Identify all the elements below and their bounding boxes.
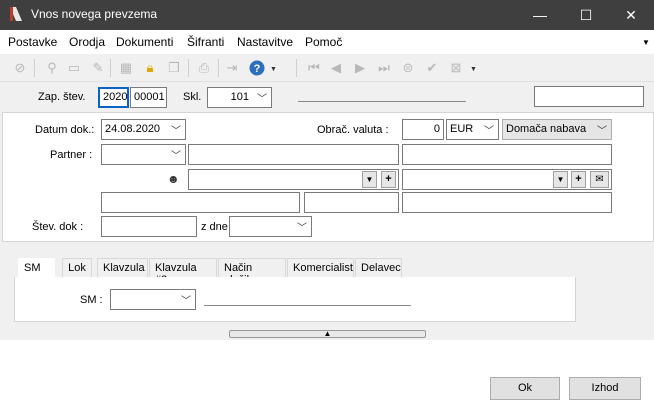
next-record-icon[interactable]: ▶ [352,60,368,76]
partner-name-field[interactable] [188,144,399,165]
pin-icon[interactable]: ⚲ [44,60,60,76]
chevron-down-icon: ﹀ [597,126,607,137]
zap-year-input[interactable]: 2020 [98,87,129,108]
chevron-down-icon: ﹀ [257,94,267,105]
toolbar: ⊘ ⚲ ▭ ✎ ▦ 🔒︎ ❐ ⎙ ⇥ ? ▼ ⏮ ◀ ▶ ⏭ ⊜ ✔ ⊠ ▼ [0,54,654,82]
folder-icon[interactable]: ▭ [66,60,82,76]
toolbar-separator [110,59,111,77]
mail-icon[interactable]: ✉ [590,171,609,188]
menu-dokumenti[interactable]: Dokumenti [116,35,173,49]
tab-komercialist[interactable]: Komercialist [287,258,354,277]
exit-button[interactable]: Izhod [569,377,641,400]
delete-icon[interactable]: ⊠ [448,60,464,76]
stev-dok-label: Štev. dok : [32,221,84,233]
app-logo-icon [10,7,22,21]
menu-pomoc[interactable]: Pomoč [305,35,342,49]
prev-record-icon[interactable]: ◀ [328,60,344,76]
header-row: Zap. štev. 2020 00001 Skl. 101 ﹀ [0,84,654,110]
nabava-value: Domača nabava [506,123,587,135]
valuta-amount-input[interactable]: 0 [402,119,444,140]
chevron-down-icon: ﹀ [484,126,494,137]
datum-label: Datum dok.: [35,124,95,136]
cancel-icon[interactable]: ⊘ [12,60,28,76]
address-line-field[interactable] [101,192,300,213]
print-icon[interactable]: ⎙ [196,60,212,76]
menu-sifranti[interactable]: Šifranti [187,35,224,49]
close-button[interactable]: ✕ [608,0,654,30]
tab-delavec[interactable]: Delavec [355,258,402,277]
zap-stev-label: Zap. štev. [38,91,86,103]
zdne-date-picker[interactable]: ﹀ [229,216,312,237]
nabava-select[interactable]: Domača nabava ﹀ [502,119,612,140]
datum-value: 24.08.2020 [105,123,161,135]
tab-lok[interactable]: Lok [62,258,92,277]
tab-nacin-placila[interactable]: Način plačila [218,258,286,286]
skl-select[interactable]: 101 ﹀ [207,87,272,108]
toolbar-separator [296,59,297,77]
chevron-up-icon: ▲ [323,329,332,338]
tab-klavzula-2[interactable]: Klavzula #2 [149,258,217,286]
last-record-icon[interactable]: ⏭ [376,60,392,76]
nav-dropdown-icon[interactable]: ▼ [470,66,477,73]
address-add-icon[interactable]: + [571,171,586,188]
menu-bar: Postavke Orodja Dokumenti Šifranti Nasta… [0,30,654,54]
tab-sm[interactable]: SM [18,258,55,277]
partner-label: Partner : [50,149,93,161]
skl-label: Skl. [183,91,202,103]
calculator-icon[interactable]: ▦ [118,60,134,76]
zap-number-input[interactable]: 00001 [130,87,167,108]
menu-postavke[interactable]: Postavke [8,35,57,49]
skl-description-line [298,101,466,102]
partner-select[interactable]: ﹀ [101,144,186,165]
minimize-button[interactable]: — [517,0,563,30]
chevron-down-icon: ﹀ [171,151,181,162]
contact-dropdown-icon[interactable]: ▼ [362,171,377,188]
first-record-icon[interactable]: ⏮ [306,60,322,76]
window-title: Vnos novega prevzema [31,7,158,21]
menu-nastavitve[interactable]: Nastavitve [237,35,293,49]
toolbar-separator [218,59,219,77]
currency-select[interactable]: EUR ﹀ [446,119,499,140]
insert-record-icon[interactable]: ⊜ [400,60,416,76]
tab-klavzula[interactable]: Klavzula [97,258,148,277]
sm-select[interactable]: ﹀ [110,289,196,310]
ok-button[interactable]: Ok [490,377,560,400]
toolbar-separator [188,59,189,77]
confirm-icon[interactable]: ✔ [424,60,440,76]
title-bar: Vnos novega prevzema — ☐ ✕ [0,0,654,30]
help-icon[interactable]: ? [249,60,265,76]
chevron-down-icon: ﹀ [297,223,307,234]
partner-extra-field[interactable] [402,144,612,165]
export-icon[interactable]: ⇥ [224,60,240,76]
svg-text:?: ? [254,63,261,75]
toolbar-separator [34,59,35,77]
stev-dok-input[interactable] [101,216,197,237]
lock-icon[interactable]: 🔒︎ [142,60,158,76]
zdne-label: z dne [201,221,228,233]
contact-person-icon[interactable]: ☻ [167,172,180,186]
copy-icon[interactable]: ❐ [166,60,182,76]
edit-icon[interactable]: ✎ [90,60,106,76]
help-dropdown-icon[interactable]: ▼ [270,66,277,73]
header-right-field[interactable] [534,86,644,107]
sm-description-line [204,305,411,306]
chevron-down-icon: ﹀ [171,126,181,137]
menu-overflow-icon[interactable]: ▼ [642,38,650,47]
address-dropdown-icon[interactable]: ▼ [553,171,568,188]
skl-value: 101 [230,91,249,103]
menu-orodja[interactable]: Orodja [69,35,105,49]
valuta-label: Obrač. valuta : [317,124,389,136]
post-code-field[interactable] [304,192,399,213]
chevron-down-icon: ﹀ [181,296,191,307]
city-field[interactable] [402,192,612,213]
datum-picker[interactable]: 24.08.2020 ﹀ [101,119,186,140]
currency-value: EUR [450,123,474,135]
contact-add-icon[interactable]: + [381,171,396,188]
maximize-button[interactable]: ☐ [563,0,609,30]
collapse-splitter[interactable]: ▲ [229,330,426,338]
sm-label: SM : [80,294,103,306]
